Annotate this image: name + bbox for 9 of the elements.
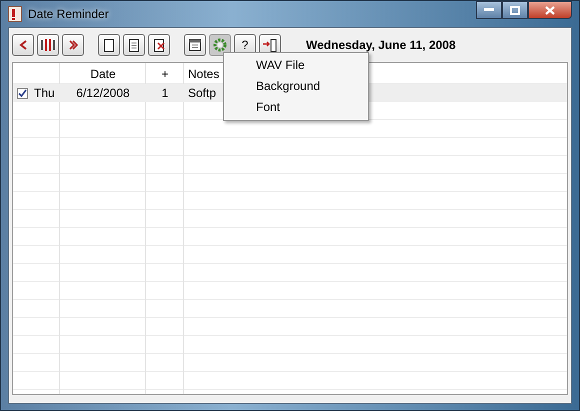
table-cell: Softp: [188, 86, 216, 100]
column-header: Notes: [188, 66, 220, 80]
current-date: Wednesday, June 11, 2008: [306, 38, 456, 52]
window-title: Date Reminder: [28, 7, 109, 21]
column-header: Date: [90, 66, 116, 80]
table-cell: Thu: [34, 86, 55, 100]
table-cell: 1: [162, 86, 168, 100]
table-cell: 6/12/2008: [76, 86, 130, 100]
column-header: +: [161, 66, 168, 80]
